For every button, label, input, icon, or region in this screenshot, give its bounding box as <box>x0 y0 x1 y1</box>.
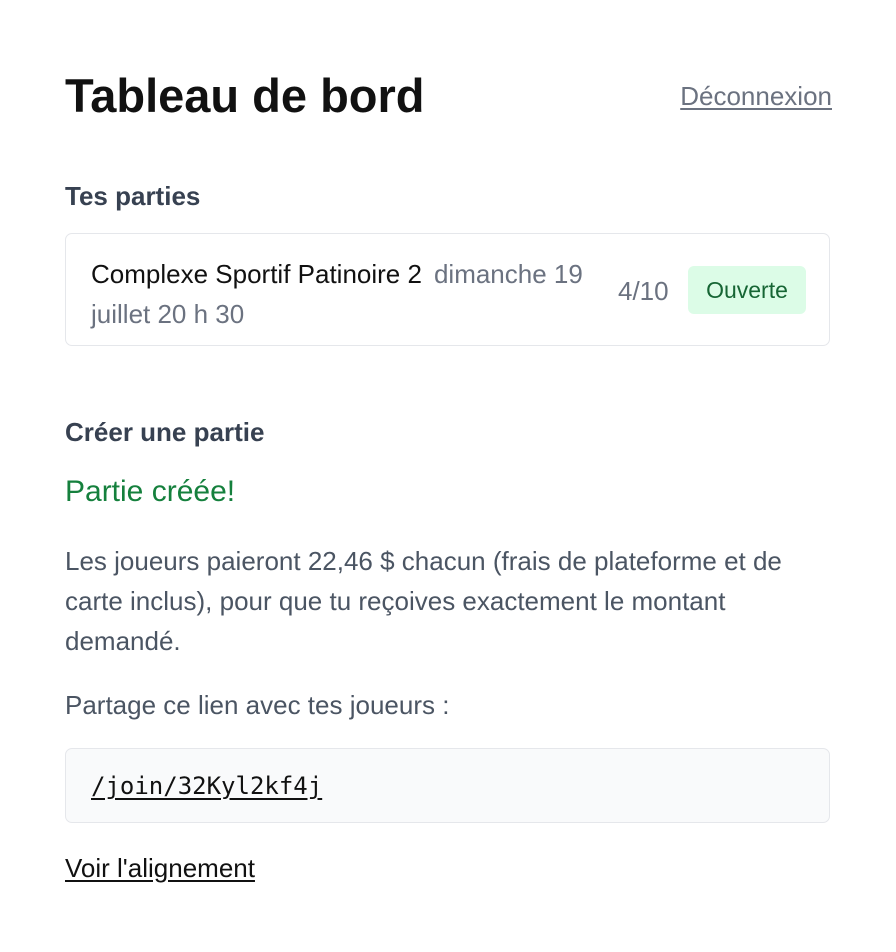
header: Tableau de bord Déconnexion <box>65 66 832 126</box>
join-link-box: /join/32Kyl2kf4j <box>65 748 830 823</box>
game-venue: Complexe Sportif Patinoire 2 <box>91 259 422 289</box>
success-message: Partie créée! <box>65 475 236 508</box>
page-title: Tableau de bord <box>65 69 425 122</box>
view-lineup-link[interactable]: Voir l'alignement <box>65 849 255 887</box>
game-info: Complexe Sportif Patinoire 2 dimanche 19 … <box>91 254 606 334</box>
player-count: 4/10 <box>618 276 669 306</box>
join-link[interactable]: /join/32Kyl2kf4j <box>91 767 322 805</box>
fee-explanation: Les joueurs paieront 22,46 $ chacun (fra… <box>65 546 782 656</box>
games-section-label: Tes parties <box>65 181 201 211</box>
logout-link[interactable]: Déconnexion <box>680 80 832 112</box>
share-instructions: Partage ce lien avec tes joueurs : <box>65 690 450 720</box>
dashboard-page: Tableau de bord Déconnexion Tes parties … <box>0 0 896 952</box>
status-badge: Ouverte <box>688 266 806 314</box>
create-section-label: Créer une partie <box>65 417 265 447</box>
game-card[interactable]: Complexe Sportif Patinoire 2 dimanche 19 … <box>65 233 830 346</box>
